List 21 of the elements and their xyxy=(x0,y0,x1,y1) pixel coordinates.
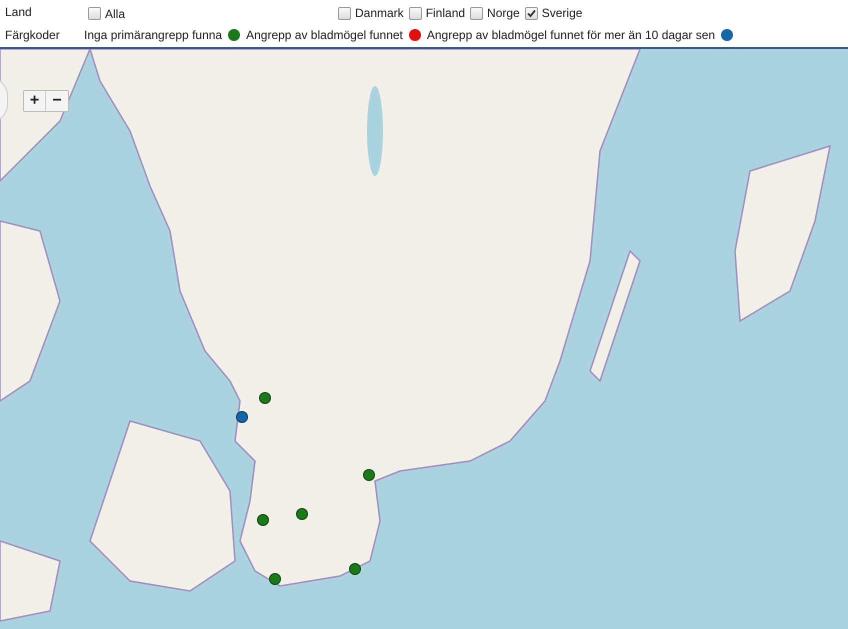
checkbox-label[interactable]: Alla xyxy=(105,4,126,22)
map-view[interactable]: + − xyxy=(0,49,848,629)
legend-text: Inga primärangrepp funna xyxy=(84,27,222,44)
filter-label: Land xyxy=(4,4,33,21)
zoom-out-button[interactable]: − xyxy=(46,91,68,111)
checkbox[interactable] xyxy=(408,6,422,20)
checkbox-label[interactable]: Danmark xyxy=(355,4,404,22)
checkbox[interactable] xyxy=(338,6,351,20)
legend-label: Färgkoder xyxy=(4,27,61,44)
checkbox[interactable] xyxy=(524,6,538,20)
checkbox-label[interactable]: Finland xyxy=(426,4,466,22)
map-marker[interactable] xyxy=(349,563,361,575)
checkbox[interactable] xyxy=(470,6,484,20)
checkbox[interactable] xyxy=(88,7,101,20)
legend-text: Angrepp av bladmögel funnet xyxy=(246,27,403,44)
legend-text: Angrepp av bladmögel funnet för mer än 10 dagar sen xyxy=(426,27,716,44)
map-marker[interactable] xyxy=(236,411,248,423)
checkbox-label[interactable]: Sverige xyxy=(542,4,582,22)
checkmark-icon xyxy=(526,8,536,18)
zoom-in-button[interactable]: + xyxy=(24,91,46,111)
checkbox-label[interactable]: Norge xyxy=(487,4,520,22)
